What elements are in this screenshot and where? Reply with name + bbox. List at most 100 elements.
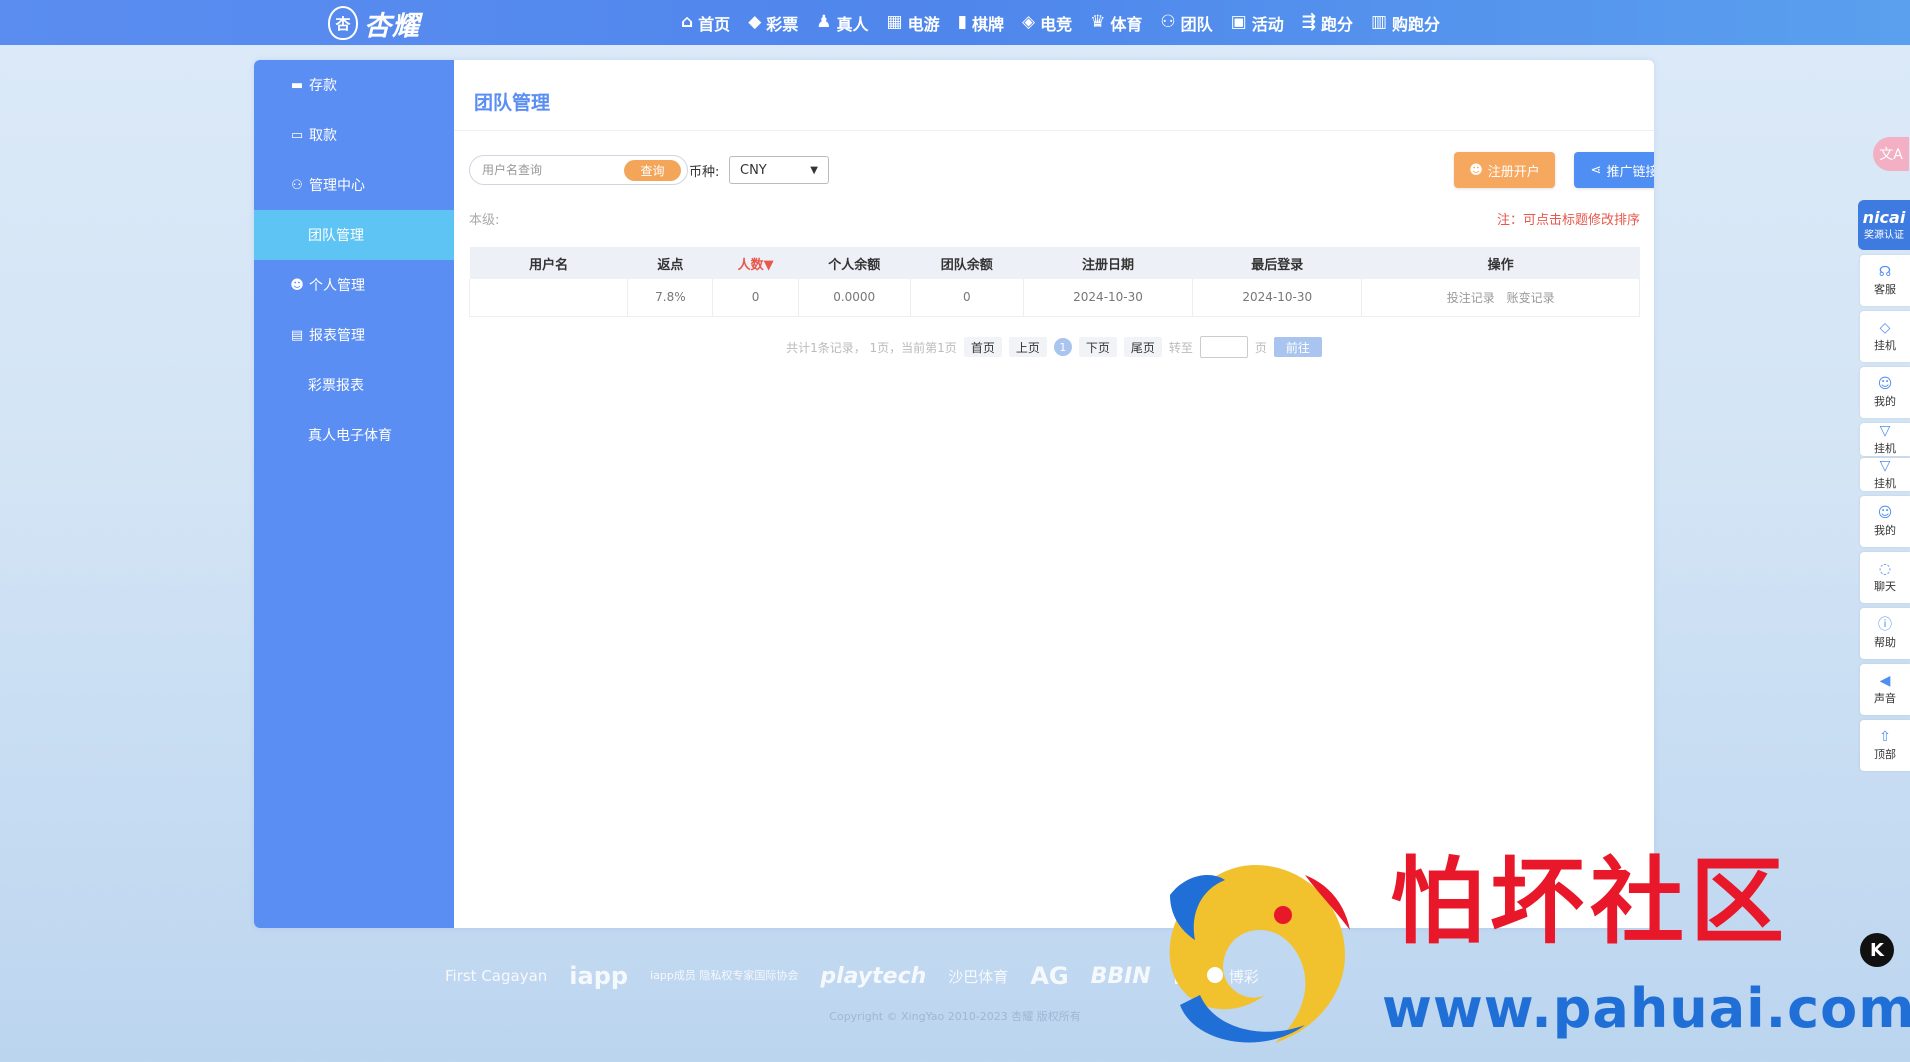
col-personal-balance[interactable]: 个人余额: [798, 247, 911, 279]
nav-item-label: 棋牌: [971, 14, 1004, 34]
translate-button[interactable]: 文A: [1873, 137, 1909, 171]
goto-page-button[interactable]: 前往: [1273, 337, 1322, 357]
page-unit-label: 页: [1254, 340, 1267, 355]
account-change-link[interactable]: 账变记录: [1507, 291, 1555, 305]
gift-icon: ▣: [1230, 12, 1247, 32]
share-icon: ⋖: [1590, 162, 1602, 178]
badge-caption: 奖源认证: [1864, 229, 1904, 241]
sidebar-item-2[interactable]: ⚇ 管理中心: [254, 160, 454, 210]
nav-item-6[interactable]: ♛ 体育: [1081, 0, 1151, 45]
col-register-date[interactable]: 注册日期: [1023, 247, 1193, 279]
col-team-balance[interactable]: 团队余额: [910, 247, 1024, 279]
next-page-button[interactable]: 下页: [1078, 337, 1117, 357]
register-account-button[interactable]: ☻ 注册开户: [1454, 152, 1555, 188]
nav-item-3[interactable]: ▦ 电游: [878, 0, 949, 45]
nav-item-1[interactable]: ◆ 彩票: [739, 0, 807, 45]
sidebar-item-label: 取款: [309, 128, 337, 144]
management-icon: ⚇: [291, 177, 303, 193]
nav-item-0[interactable]: ⌂ 首页: [672, 0, 739, 45]
user-icon: ☻: [290, 277, 304, 293]
logo-emblem-icon: 杏: [328, 6, 358, 40]
user-outline-icon: ☺: [1877, 504, 1893, 521]
watermark-title: 怕坏社区: [1390, 847, 1791, 957]
nav-item-4[interactable]: ▮ 棋牌: [949, 0, 1013, 45]
sidebar-item-5[interactable]: ▤ 报表管理: [254, 310, 454, 360]
current-page-number[interactable]: 1: [1053, 338, 1072, 356]
partner-first-cagayan: First Cagayan: [445, 967, 548, 985]
currency-select[interactable]: CNY ▼: [729, 156, 829, 184]
pagination: 共计1条记录， 1页，当前第1页 首页 上页 1 下页 尾页 转至 页 前往: [454, 336, 1654, 358]
sidebar-item-0[interactable]: ▬ 存款: [254, 60, 454, 110]
goto-page-input[interactable]: [1199, 336, 1248, 358]
partner-saba: 沙巴体育: [948, 967, 1009, 986]
diamond-icon: ◇: [1879, 319, 1891, 336]
nav-item-label: 电游: [907, 14, 940, 34]
toolbar-item-label: 客服: [1874, 282, 1896, 296]
live-dealer-icon: ♟: [816, 12, 832, 32]
team-icon: ⚇: [1160, 12, 1176, 32]
col-member-count[interactable]: 人数▼: [712, 247, 799, 279]
nav-item-label: 彩票: [766, 14, 799, 34]
register-account-label: 注册开户: [1487, 164, 1540, 180]
fish-logo-icon: [1169, 865, 1350, 1043]
promo-link-button[interactable]: ⋖ 推广链接: [1574, 152, 1654, 188]
nav-item-label: 真人: [836, 14, 869, 34]
table-row: 7.8% 0 0.0000 0 2024-10-30 2024-10-30 投注…: [468, 279, 1640, 317]
col-username[interactable]: 用户名: [469, 247, 628, 279]
diamond-icon: ▽: [1879, 457, 1891, 474]
cell-personal-balance: 0.0000: [798, 279, 911, 317]
toolbar-item-4[interactable]: ▽ 挂机: [1860, 458, 1910, 491]
sidebar-item-4[interactable]: ☻ 个人管理: [254, 260, 454, 310]
toolbar-item-8[interactable]: ◀ 声音: [1860, 664, 1910, 715]
toolbar-item-6[interactable]: ◌ 聊天: [1860, 552, 1910, 603]
partner-bbin: BBIN: [1090, 963, 1151, 989]
toolbar-item-5[interactable]: ☺ 我的: [1860, 496, 1910, 547]
chevron-down-icon: ▼: [810, 164, 818, 176]
nav-item-7[interactable]: ⚇ 团队: [1151, 0, 1221, 45]
bet-record-link[interactable]: 投注记录: [1447, 291, 1495, 305]
currency-selected-value: CNY: [740, 162, 767, 178]
goto-label: 转至: [1168, 340, 1193, 355]
toolbar-item-2[interactable]: ☺ 我的: [1860, 367, 1910, 418]
toolbar-item-label: 声音: [1874, 691, 1896, 705]
nav-item-2[interactable]: ♟ 真人: [807, 0, 877, 45]
sidebar: ▬ 存款 ▭ 取款 ⚇ 管理中心团队管理 ☻ 个人管理 ▤ 报表管理 彩票报表真人电子体育: [254, 60, 454, 928]
currency-label: 币种:: [689, 165, 720, 180]
nav-item-8[interactable]: ▣ 活动: [1222, 0, 1293, 45]
prev-page-button[interactable]: 上页: [1008, 337, 1047, 357]
nav-item-9[interactable]: ⇶ 跑分: [1293, 0, 1362, 45]
first-page-button[interactable]: 首页: [963, 337, 1002, 357]
username-search-input[interactable]: [482, 160, 612, 180]
search-button[interactable]: 查询: [624, 160, 681, 181]
headset-icon: ☊: [1878, 263, 1892, 280]
col-rebate[interactable]: 返点: [627, 247, 713, 279]
col-last-login[interactable]: 最后登录: [1192, 247, 1362, 279]
chat-icon: ◌: [1878, 560, 1892, 577]
toolbar-item-1[interactable]: ◇ 挂机: [1860, 311, 1910, 362]
partner-logos: First Cagayan iapp iapp成员 隐私权专家国际协会 play…: [445, 955, 1259, 997]
report-icon: ▤: [290, 327, 304, 343]
last-page-button[interactable]: 尾页: [1123, 337, 1162, 357]
sidebar-item-label: 个人管理: [309, 278, 365, 294]
toolbar-item-3[interactable]: ▽ 挂机: [1860, 423, 1910, 456]
speaker-icon: ◀: [1879, 672, 1891, 689]
sidebar-item-1[interactable]: ▭ 取款: [254, 110, 454, 160]
toolbar-item-label: 顶部: [1874, 747, 1896, 761]
sidebar-item-label: 真人电子体育: [308, 428, 392, 444]
toolbar-item-0[interactable]: ☊ 客服: [1860, 255, 1910, 306]
site-logo[interactable]: 杏 杏耀: [328, 3, 420, 43]
nicai-certification-badge[interactable]: nicai 奖源认证: [1858, 200, 1910, 250]
sidebar-item-6[interactable]: 彩票报表: [254, 360, 454, 410]
sidebar-item-3[interactable]: 团队管理: [254, 210, 454, 260]
trophy-icon: ♛: [1090, 12, 1106, 32]
cell-rebate: 7.8%: [627, 279, 714, 317]
content-area: 团队管理 查询 币种: CNY ▼ ☻ 注册开户 ⋖ 推广链接 本级: 注：可点…: [454, 60, 1654, 928]
sidebar-item-label: 团队管理: [308, 228, 364, 244]
toolbar-item-9[interactable]: ⇧ 顶部: [1860, 720, 1910, 771]
nav-item-5[interactable]: ◈ 电竞: [1013, 0, 1081, 45]
deposit-icon: ▬: [290, 77, 304, 93]
toolbar-item-7[interactable]: ⓘ 帮助: [1860, 608, 1910, 659]
nav-item-10[interactable]: ▥ 购跑分: [1362, 0, 1449, 45]
sidebar-item-7[interactable]: 真人电子体育: [254, 410, 454, 460]
toolbar-item-label: 我的: [1874, 523, 1896, 537]
